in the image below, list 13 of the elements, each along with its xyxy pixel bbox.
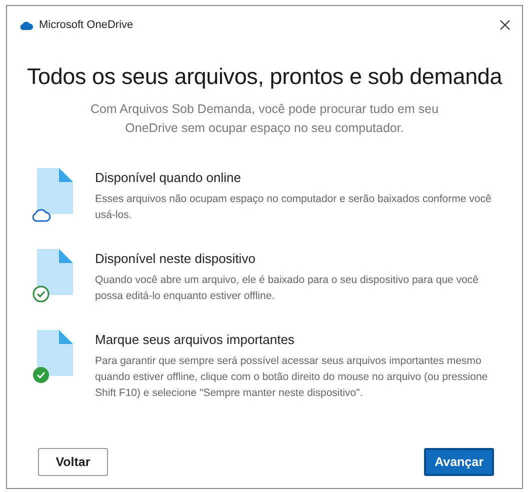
feature-title: Disponível neste dispositivo [95,251,256,266]
back-button[interactable]: Voltar [38,448,108,476]
subtitle: Com Arquivos Sob Demanda, você pode procurar tudo em seu OneDrive sem ocupar espaço no seu computador. [89,101,440,137]
feature-description: Para garantir que sempre será possível acessar seus arquivos importantes mesmo quando estiver offline, clique com o botão direito do mouse no arquivo (ou pressione Shift F10) e selecione "Sempre manter neste dispositivo". [95,354,489,401]
close-icon[interactable] [500,20,510,30]
cloud-icon [20,20,33,30]
feature-title: Disponível quando online [95,170,242,185]
next-button[interactable]: Avançar [424,448,494,476]
feature-description: Esses arquivos não ocupam espaço no computador e serão baixados conforme você usá-los. [95,192,492,223]
feature-title: Marque seus arquivos importantes [95,332,296,347]
feature-description: Quando você abre um arquivo, ele é baixado para o seu dispositivo para que você possa editá-lo enquanto estiver offline. [95,273,480,304]
heading: Todos os seus arquivos, prontos e sob demanda [26,64,504,90]
window-title: Microsoft OneDrive [39,19,134,31]
